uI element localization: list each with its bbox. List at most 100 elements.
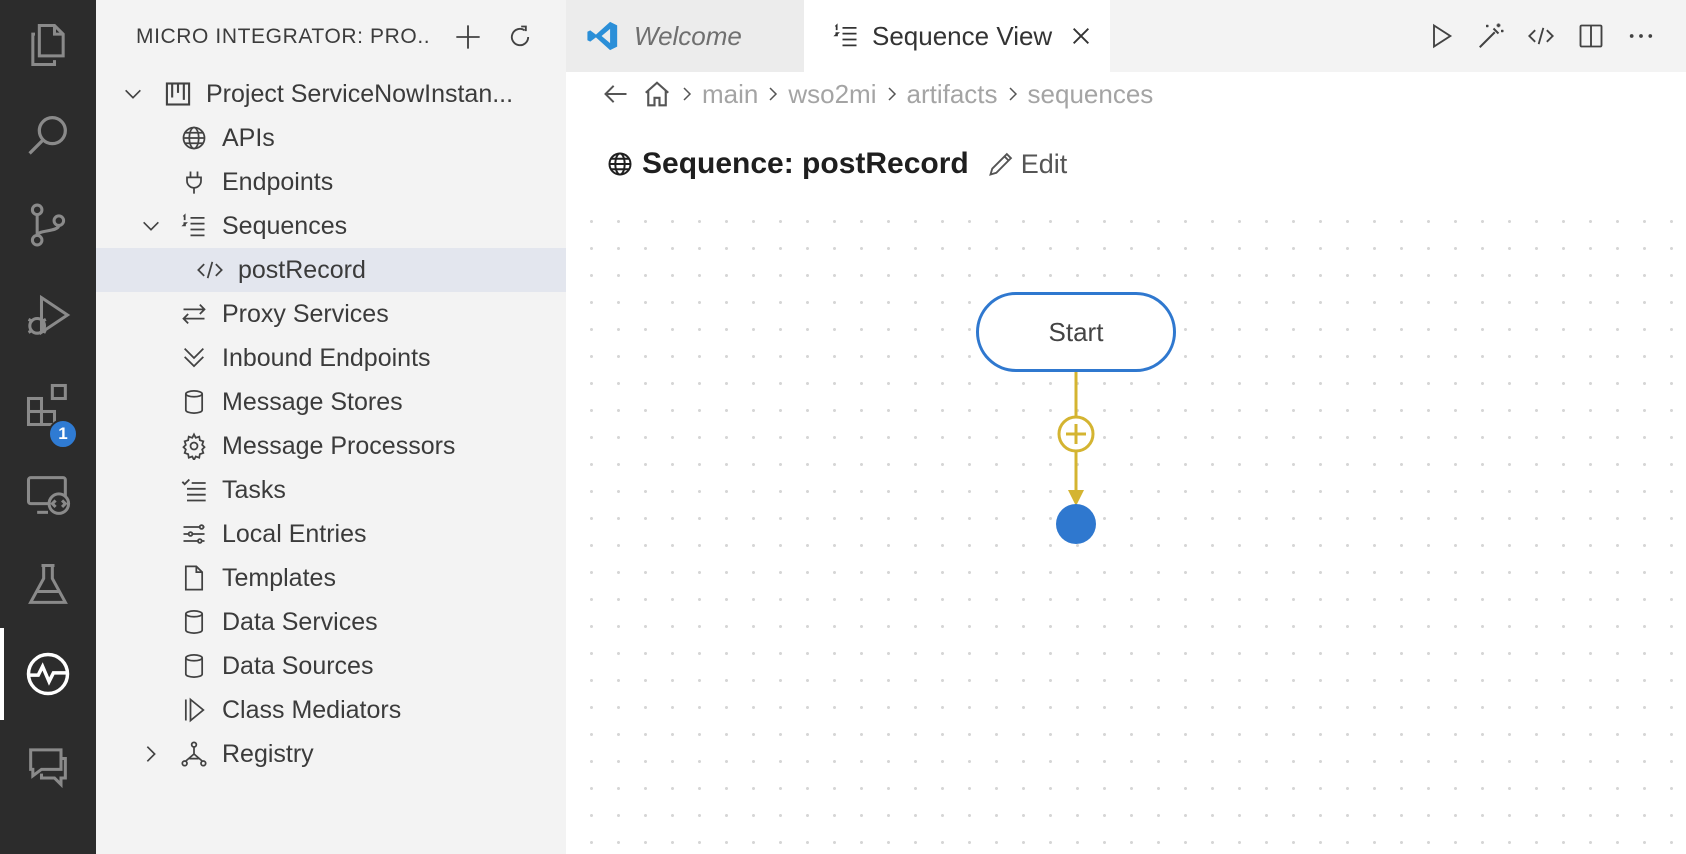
tree-item-message-stores[interactable]: Message Stores bbox=[96, 380, 566, 424]
breadcrumb: main wso2mi artifacts sequences bbox=[602, 72, 1153, 116]
globe-icon bbox=[606, 150, 634, 178]
magic-wand-icon[interactable] bbox=[1466, 14, 1516, 58]
start-node[interactable]: Start bbox=[976, 292, 1176, 372]
tree-item-postrecord[interactable]: postRecord bbox=[96, 248, 566, 292]
tree-item-label: Inbound Endpoints bbox=[222, 343, 431, 372]
tab-label: Welcome bbox=[634, 20, 742, 51]
tree-item-data-sources[interactable]: Data Sources bbox=[96, 644, 566, 688]
tree-item-label: Project ServiceNowInstan... bbox=[206, 79, 514, 108]
database-icon bbox=[178, 386, 210, 418]
chevron-right-icon bbox=[678, 83, 696, 105]
flow-connector bbox=[1056, 372, 1096, 544]
database-icon bbox=[178, 606, 210, 638]
tab-bar: Welcome Sequence View bbox=[566, 0, 1686, 72]
hierarchy-icon bbox=[178, 738, 210, 770]
breadcrumb-item[interactable]: sequences bbox=[1028, 79, 1154, 110]
tree-item-label: Sequences bbox=[222, 211, 348, 240]
chevron-down-icon bbox=[138, 213, 164, 239]
run-icon[interactable] bbox=[1416, 14, 1466, 58]
tree-item-templates[interactable]: Templates bbox=[96, 556, 566, 600]
vscode-logo-icon bbox=[586, 19, 620, 53]
tree-item-label: Class Mediators bbox=[222, 695, 402, 724]
tree-item-label: postRecord bbox=[238, 255, 366, 284]
chevrons-down-icon bbox=[178, 342, 210, 374]
tree-item-local-entries[interactable]: Local Entries bbox=[96, 512, 566, 556]
tree-item-label: Local Entries bbox=[222, 519, 367, 548]
chevron-right-icon bbox=[138, 741, 164, 767]
explorer-icon[interactable] bbox=[0, 0, 96, 90]
editor-actions bbox=[1416, 14, 1666, 58]
refresh-icon[interactable] bbox=[500, 18, 540, 56]
tree-item-tasks[interactable]: Tasks bbox=[96, 468, 566, 512]
page-title: Sequence: postRecord bbox=[642, 147, 969, 180]
tree-item-inbound-endpoints[interactable]: Inbound Endpoints bbox=[96, 336, 566, 380]
edit-label: Edit bbox=[1020, 148, 1068, 179]
chat-icon[interactable] bbox=[0, 720, 96, 810]
tab-label: Sequence View bbox=[872, 20, 1053, 51]
tab-sequence-view[interactable]: Sequence View bbox=[804, 0, 1110, 72]
globe-icon bbox=[178, 122, 210, 154]
tree-item-apis[interactable]: APIs bbox=[96, 116, 566, 160]
checklist-icon bbox=[178, 474, 210, 506]
sequence-canvas[interactable]: Start bbox=[566, 200, 1686, 854]
chevron-right-icon bbox=[883, 83, 901, 105]
file-icon bbox=[178, 562, 210, 594]
run-debug-icon[interactable] bbox=[0, 270, 96, 360]
tree-item-label: Data Services bbox=[222, 607, 378, 636]
tree-item-label: Data Sources bbox=[222, 651, 374, 680]
tree-item-class-mediators[interactable]: Class Mediators bbox=[96, 688, 566, 732]
close-icon[interactable] bbox=[1070, 25, 1092, 47]
tree-item-project[interactable]: Project ServiceNowInstan... bbox=[96, 72, 566, 116]
tree-item-proxy-services[interactable]: Proxy Services bbox=[96, 292, 566, 336]
split-editor-icon[interactable] bbox=[1566, 14, 1616, 58]
pencil-icon bbox=[987, 150, 1015, 178]
code-icon bbox=[194, 254, 226, 286]
tree-item-label: Message Processors bbox=[222, 431, 456, 460]
micro-integrator-icon[interactable] bbox=[0, 628, 96, 720]
breadcrumb-item[interactable]: artifacts bbox=[907, 79, 998, 110]
add-mediator-button[interactable] bbox=[1057, 415, 1095, 453]
sequence-title-row: Sequence: postRecord Edit bbox=[606, 142, 1067, 186]
sliders-icon bbox=[178, 518, 210, 550]
search-icon[interactable] bbox=[0, 90, 96, 180]
remote-explorer-icon[interactable] bbox=[0, 450, 96, 540]
tree-item-label: APIs bbox=[222, 123, 275, 152]
more-actions-icon[interactable] bbox=[1616, 14, 1666, 58]
chevron-right-icon bbox=[764, 83, 782, 105]
tree-item-message-processors[interactable]: Message Processors bbox=[96, 424, 566, 468]
tree-item-label: Templates bbox=[222, 563, 336, 592]
app-window: 1 MICRO INTEGRATOR: PRO... Project Servi… bbox=[0, 0, 1686, 854]
project-icon bbox=[162, 78, 194, 110]
activity-bar: 1 bbox=[0, 0, 96, 854]
end-node[interactable] bbox=[1056, 504, 1096, 544]
chevron-down-icon bbox=[120, 81, 146, 107]
chevron-right-icon bbox=[1004, 83, 1022, 105]
tree-item-data-services[interactable]: Data Services bbox=[96, 600, 566, 644]
ordered-list-icon bbox=[178, 210, 210, 242]
edit-button[interactable]: Edit bbox=[987, 148, 1068, 180]
database-icon bbox=[178, 650, 210, 682]
add-icon[interactable] bbox=[448, 18, 488, 56]
tree-item-endpoints[interactable]: Endpoints bbox=[96, 160, 566, 204]
code-view-icon[interactable] bbox=[1516, 14, 1566, 58]
tree-item-sequences[interactable]: Sequences bbox=[96, 204, 566, 248]
extensions-icon[interactable]: 1 bbox=[0, 360, 96, 450]
ordered-list-icon bbox=[832, 22, 860, 50]
sidebar: MICRO INTEGRATOR: PRO... Project Service… bbox=[96, 0, 566, 854]
tree-item-label: Message Stores bbox=[222, 387, 403, 416]
editor: Welcome Sequence View main wso2mi artifa… bbox=[566, 0, 1686, 854]
breadcrumb-item[interactable]: main bbox=[702, 79, 758, 110]
arrows-swap-icon bbox=[178, 298, 210, 330]
sidebar-header: MICRO INTEGRATOR: PRO... bbox=[96, 0, 566, 74]
testing-icon[interactable] bbox=[0, 540, 96, 630]
back-arrow-icon[interactable] bbox=[602, 80, 630, 108]
home-icon[interactable] bbox=[642, 79, 672, 109]
tree-item-label: Tasks bbox=[222, 475, 286, 504]
tree-item-label: Registry bbox=[222, 739, 314, 768]
breadcrumb-item[interactable]: wso2mi bbox=[788, 79, 876, 110]
sidebar-title: MICRO INTEGRATOR: PRO... bbox=[136, 25, 431, 48]
tab-welcome[interactable]: Welcome bbox=[566, 0, 804, 72]
source-control-icon[interactable] bbox=[0, 180, 96, 270]
tree-item-registry[interactable]: Registry bbox=[96, 732, 566, 776]
play-bar-icon bbox=[178, 694, 210, 726]
